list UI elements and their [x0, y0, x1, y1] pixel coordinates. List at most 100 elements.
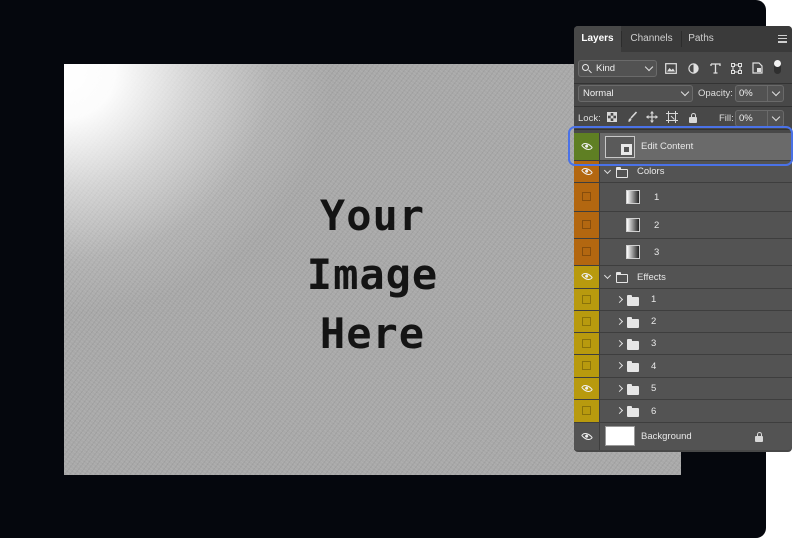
filter-kind-select[interactable]: Kind [578, 60, 657, 77]
search-icon [582, 64, 589, 71]
gradient-thumbnail [626, 245, 640, 259]
tab-channels[interactable]: Channels [622, 26, 681, 52]
lock-icon[interactable] [755, 432, 763, 442]
visibility-toggle[interactable] [574, 289, 600, 310]
visibility-toggle[interactable] [574, 266, 600, 288]
fill-label: Fill: [719, 113, 734, 124]
chevron-down-icon [771, 87, 781, 97]
layer-effects-2[interactable]: 2 [574, 311, 792, 333]
tab-paths[interactable]: Paths [682, 26, 720, 52]
lock-all-icon[interactable] [687, 112, 699, 124]
opacity-input[interactable]: 0% [735, 85, 784, 102]
type-filter-icon[interactable] [710, 63, 721, 74]
folder-icon [627, 339, 639, 350]
layer-name: 4 [651, 361, 657, 372]
folder-icon [627, 384, 639, 395]
filter-kind-label: Kind [596, 63, 616, 74]
divider [574, 83, 792, 84]
chevron-down-icon [644, 62, 654, 72]
pixel-filter-icon[interactable] [665, 63, 677, 74]
visibility-toggle[interactable] [574, 355, 600, 377]
lock-position-icon[interactable] [646, 111, 658, 123]
layer-colors-3[interactable]: 3 [574, 239, 792, 266]
layer-effects-4[interactable]: 4 [574, 355, 792, 378]
layer-name: 2 [654, 220, 660, 231]
lock-label: Lock: [578, 113, 601, 124]
background-thumbnail [605, 426, 635, 446]
visibility-toggle[interactable] [574, 311, 600, 332]
chevron-right-icon[interactable] [615, 361, 624, 370]
layer-group-colors[interactable]: Colors [574, 161, 792, 183]
layer-name: Effects [637, 272, 666, 283]
folder-icon [616, 167, 628, 178]
tab-layers[interactable]: Layers [574, 26, 621, 52]
visibility-toggle[interactable] [574, 378, 600, 399]
layer-background[interactable]: Background [574, 423, 792, 450]
visibility-toggle[interactable] [574, 423, 600, 450]
layer-name: 3 [651, 338, 657, 349]
layer-colors-2[interactable]: 2 [574, 212, 792, 239]
visibility-toggle[interactable] [574, 133, 600, 160]
chevron-right-icon[interactable] [615, 317, 624, 326]
filter-toggle[interactable] [772, 60, 784, 76]
blend-mode-value: Normal [583, 88, 614, 99]
layer-effects-5[interactable]: 5 [574, 378, 792, 400]
visibility-toggle[interactable] [574, 212, 600, 238]
eye-icon [580, 139, 594, 153]
visibility-toggle[interactable] [574, 239, 600, 265]
eye-icon [580, 381, 594, 395]
eye-icon [580, 270, 594, 283]
layer-name: Background [641, 431, 692, 442]
chevron-right-icon[interactable] [615, 295, 624, 304]
lock-image-pixels-icon[interactable] [627, 111, 639, 123]
smart-object-thumbnail [605, 136, 635, 158]
panel-tabs: Layers Channels Paths [574, 26, 792, 52]
folder-icon [627, 295, 639, 306]
lock-transparent-pixels-icon[interactable] [607, 112, 619, 124]
opacity-value: 0% [739, 88, 753, 99]
chevron-down-icon[interactable] [603, 166, 612, 175]
gradient-thumbnail [626, 218, 640, 232]
fill-input[interactable]: 0% [735, 110, 784, 127]
layer-effects-3[interactable]: 3 [574, 333, 792, 355]
folder-icon [616, 272, 628, 283]
eye-icon [580, 429, 594, 443]
layers-panel: Layers Channels Paths Kind Normal Opacit… [574, 26, 792, 452]
layer-group-effects[interactable]: Effects [574, 266, 792, 289]
adjustment-filter-icon[interactable] [688, 63, 699, 74]
layer-edit-content[interactable]: Edit Content [574, 133, 792, 161]
folder-icon [627, 361, 639, 372]
visibility-toggle[interactable] [574, 400, 600, 422]
divider [574, 129, 792, 130]
blend-mode-select[interactable]: Normal [578, 85, 693, 102]
shape-filter-icon[interactable] [731, 63, 742, 74]
eye-icon [580, 164, 594, 178]
folder-icon [627, 317, 639, 328]
layer-name: 5 [651, 383, 657, 394]
layer-colors-1[interactable]: 1 [574, 183, 792, 212]
chevron-down-icon [771, 112, 781, 122]
chevron-right-icon[interactable] [615, 339, 624, 348]
opacity-label: Opacity: [698, 88, 733, 99]
visibility-toggle[interactable] [574, 161, 600, 182]
layer-name: 6 [651, 406, 657, 417]
visibility-toggle[interactable] [574, 183, 600, 211]
lock-artboard-icon[interactable] [666, 111, 678, 123]
divider [574, 106, 792, 107]
smart-object-filter-icon[interactable] [752, 62, 763, 74]
fill-value: 0% [739, 113, 753, 124]
layer-effects-1[interactable]: 1 [574, 289, 792, 311]
chevron-right-icon[interactable] [615, 384, 624, 393]
layer-name: 2 [651, 316, 657, 327]
panel-menu-icon[interactable] [778, 35, 787, 43]
chevron-down-icon [680, 87, 690, 97]
layer-name: Colors [637, 166, 665, 177]
layer-name: 3 [654, 247, 660, 258]
chevron-right-icon[interactable] [615, 406, 624, 415]
chevron-down-icon[interactable] [603, 271, 612, 280]
layer-name: 1 [654, 192, 660, 203]
layer-effects-6[interactable]: 6 [574, 400, 792, 423]
smart-object-icon [621, 144, 632, 155]
layer-name: 1 [651, 294, 657, 305]
visibility-toggle[interactable] [574, 333, 600, 354]
